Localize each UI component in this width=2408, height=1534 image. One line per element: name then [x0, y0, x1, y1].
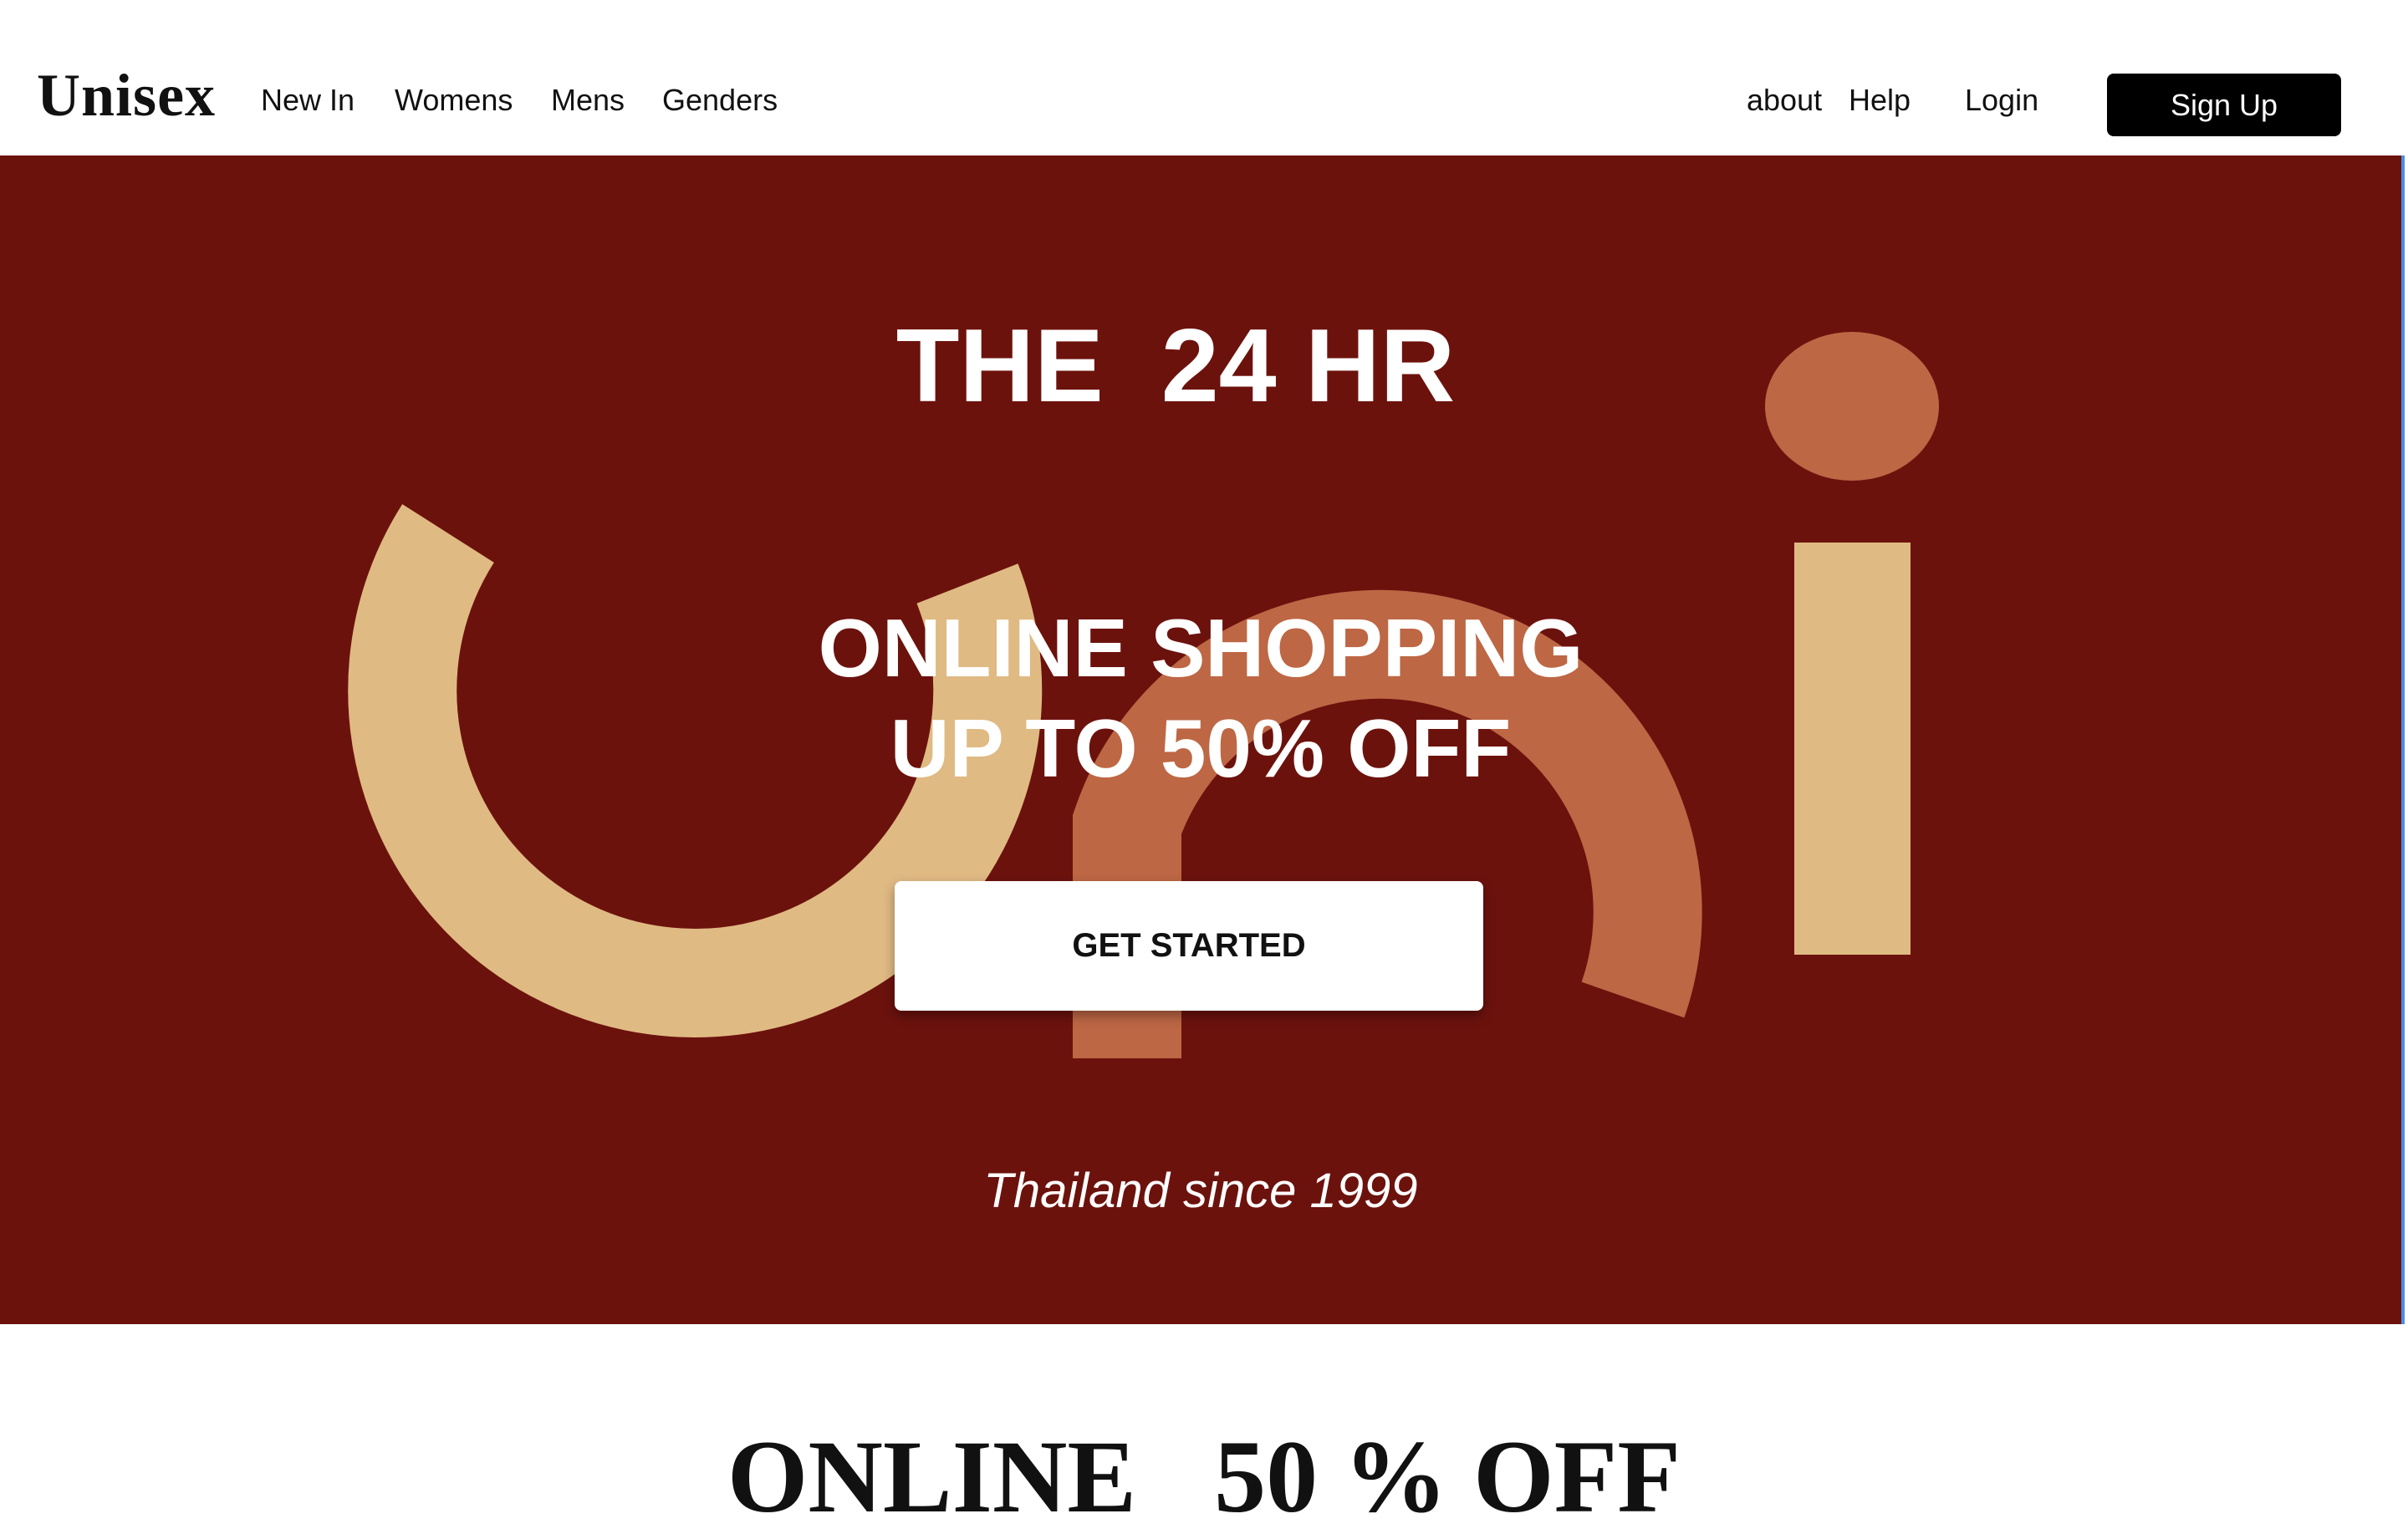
- nav-link-about[interactable]: about: [1747, 85, 1822, 115]
- get-started-button[interactable]: GET STARTED: [895, 881, 1483, 1011]
- hero-tagline: Thailand since 1999: [983, 1164, 1418, 1218]
- section-heading: ONLINE 50 % OFF: [727, 1419, 1681, 1534]
- hero-headline-line-2: UP TO 50% OFF: [890, 702, 1512, 794]
- nav-link-genders[interactable]: Genders: [662, 85, 778, 115]
- nav-link-new-in[interactable]: New In: [261, 85, 355, 115]
- nav-link-womens[interactable]: Womens: [395, 85, 513, 115]
- site-header: Unisex New In Womens Mens Genders about …: [0, 0, 2408, 155]
- login-link[interactable]: Login: [1965, 85, 2038, 115]
- hero-banner: THE 24 HR ONLINE SHOPPING UP TO 50% OFF …: [0, 155, 2401, 1324]
- nav-link-mens[interactable]: Mens: [551, 85, 625, 115]
- hero-headline-line-1: ONLINE SHOPPING: [818, 602, 1584, 694]
- sign-up-button[interactable]: Sign Up: [2107, 74, 2341, 136]
- scroll-edge-indicator: [2401, 155, 2405, 1324]
- site-logo[interactable]: Unisex: [37, 65, 216, 125]
- hero-title: THE 24 HR: [895, 308, 1456, 424]
- nav-link-help[interactable]: Help: [1849, 85, 1911, 115]
